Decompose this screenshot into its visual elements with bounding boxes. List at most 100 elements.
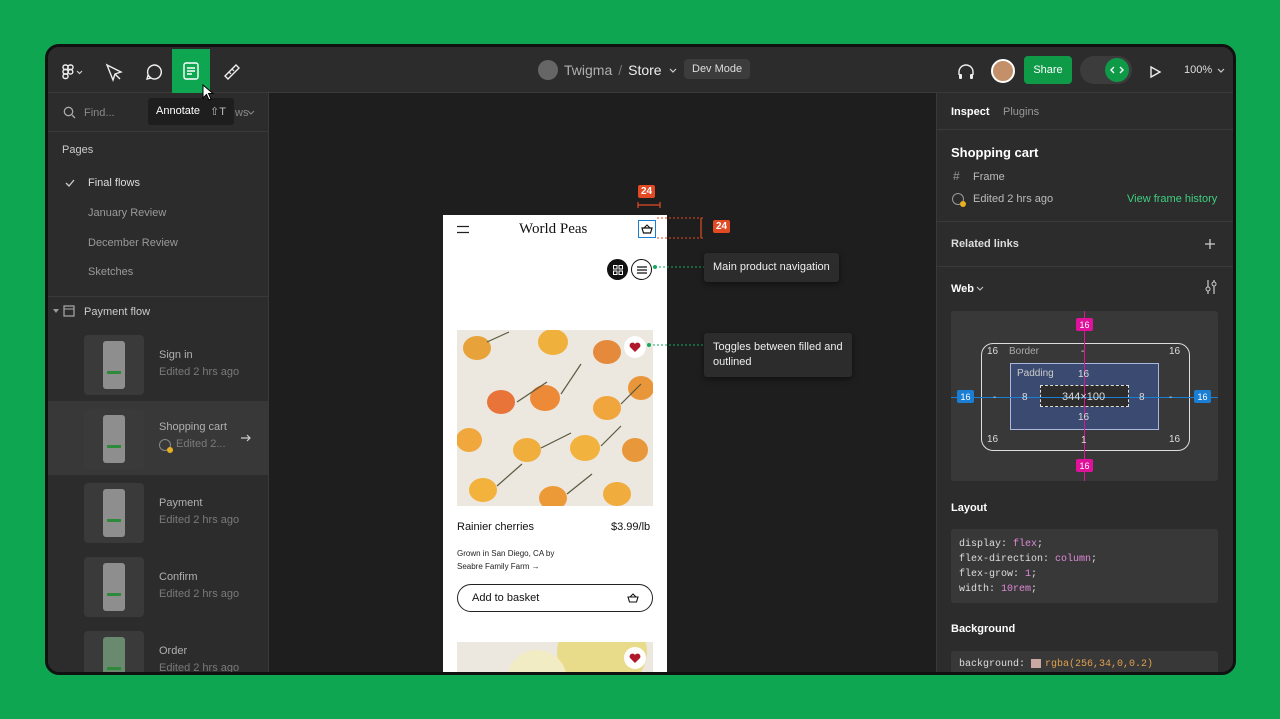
content-size: 344×100 [1062,391,1106,403]
layout-heading: Layout [951,502,988,514]
tab-plugins[interactable]: Plugins [1003,106,1039,118]
file-name: Store [628,62,662,78]
favorite-button[interactable] [624,336,646,358]
code-language-dropdown[interactable]: Web [951,283,974,295]
inspect-panel: Inspect Plugins Shopping cart # Frame Ed… [936,93,1233,672]
arrow-right-icon [241,434,251,442]
settings-sliders-icon[interactable] [1204,279,1218,295]
product-origin: Grown in San Diego, CA by [457,549,555,558]
code-line: display: flex; [959,539,1044,550]
dev-mode-toggle[interactable] [1080,56,1132,84]
view-history-link[interactable]: View frame history [1127,193,1217,205]
layout-code-block[interactable]: display: flex; flex-direction: column; f… [951,529,1218,603]
move-tool-button[interactable] [98,52,130,92]
list-view-button[interactable] [631,259,652,280]
flow-edited: Edited 2 hrs ago [159,662,240,674]
flow-item-selected[interactable]: Shopping cart Edited 2... [48,401,268,475]
flow-item[interactable]: Confirm Edited 2 hrs ago [48,551,268,621]
headphones-icon [958,64,974,79]
flow-item[interactable]: Payment Edited 2 hrs ago [48,477,268,547]
basket-button[interactable] [638,220,656,238]
user-avatar[interactable] [991,59,1015,83]
padding-top-value: 16 [1078,369,1090,380]
heart-icon [629,342,641,352]
zoom-level: 100% [1184,64,1213,76]
toolbar: Twigma / Store Dev Mode Share 100% [48,47,1233,93]
edited-time: Edited 2 hrs ago [973,193,1054,205]
share-button[interactable]: Share [1024,56,1072,84]
canvas[interactable]: World Peas Rainier cherries $3.99/lb Gro… [269,93,936,672]
background-heading: Background [951,623,1016,635]
divider [937,266,1233,267]
measure-tool-button[interactable] [216,52,248,92]
flow-thumbnail [84,631,144,672]
project-avatar-icon [538,60,558,80]
chevron-down-icon [247,110,255,115]
border-right-width: - [1169,392,1173,403]
add-to-basket-button[interactable]: Add to basket [457,584,653,612]
margin-bottom-value: 16 [1076,459,1093,472]
figma-logo-icon [62,64,83,80]
color-swatch [1031,658,1042,668]
box-model: 16 16 16 16 16 Border - 16 - - Padding 1… [951,311,1218,481]
hamburger-icon [457,225,469,234]
flow-name: Shopping cart [159,421,227,433]
flow-thumbnail [84,557,144,617]
breadcrumb-separator: / [618,62,623,78]
heart-icon [629,653,641,663]
main-menu-button[interactable] [56,52,90,92]
measure-guide-lines [657,217,705,239]
plus-icon[interactable] [1204,238,1216,250]
annotation-navigation[interactable]: Main product navigation [704,253,839,282]
spacing-label-top: 24 [638,185,656,198]
flow-item[interactable]: Order Edited 2 hrs ago [48,625,268,674]
audio-button[interactable] [952,52,980,92]
page-item-december-review[interactable]: December Review [88,237,178,249]
ruler-icon [224,64,240,80]
shopping-cart-frame[interactable]: World Peas Rainier cherries $3.99/lb Gro… [443,215,667,672]
background-code-block[interactable]: background: rgba(256,34,0,0.2) [951,651,1218,672]
check-icon [65,179,75,187]
flow-edited: Edited 2... [176,438,226,450]
button-label: Add to basket [472,592,540,604]
annotation-connector [647,343,705,347]
find-input[interactable]: Find... [84,107,115,119]
grid-view-button[interactable] [607,259,628,280]
page-item-january-review[interactable]: January Review [88,207,166,219]
border-left-value: 16 [957,390,974,403]
basket-icon [627,593,639,603]
present-button[interactable] [1144,52,1166,92]
play-icon [1150,65,1162,79]
tab-inspect[interactable]: Inspect [951,106,990,118]
comment-tool-button[interactable] [138,52,170,92]
zoom-control[interactable]: 100% [1184,64,1226,76]
code-value: rgba(256,34,0,0.2) [1045,659,1154,670]
app-window: Twigma / Store Dev Mode Share 100% Find.… [45,44,1236,675]
file-title[interactable]: Twigma / Store [538,60,678,80]
farm-link[interactable]: Seabre Family Farm → [457,562,540,571]
radius-top-left: 16 [987,346,999,357]
flow-thumbnail [84,409,144,469]
flow-item[interactable]: Sign in Edited 2 hrs ago [48,329,268,399]
padding-label: Padding [1017,368,1054,379]
annotation-line: outlined [713,356,752,368]
favorite-button[interactable] [624,647,646,669]
flow-edited: Edited 2 hrs ago [159,366,240,378]
product-name: Rainier cherries [457,521,535,533]
pages-heading: Pages [62,144,94,156]
flow-name: Order [159,645,188,657]
annotation-favorite[interactable]: Toggles between filled and outlined [704,333,852,377]
flow-thumbnail [84,483,144,543]
flow-name: Confirm [159,571,198,583]
cursor-icon [105,63,123,82]
page-item-final-flows[interactable]: Final flows [88,177,140,189]
divider [48,131,268,132]
product-image [457,330,653,506]
basket-icon [641,224,653,234]
flow-edited: Edited 2 hrs ago [159,514,240,526]
section-title[interactable]: Payment flow [84,306,150,318]
search-icon [63,106,76,119]
dev-mode-badge[interactable]: Dev Mode [684,59,751,79]
page-item-sketches[interactable]: Sketches [88,266,133,278]
status-dot [167,447,173,453]
